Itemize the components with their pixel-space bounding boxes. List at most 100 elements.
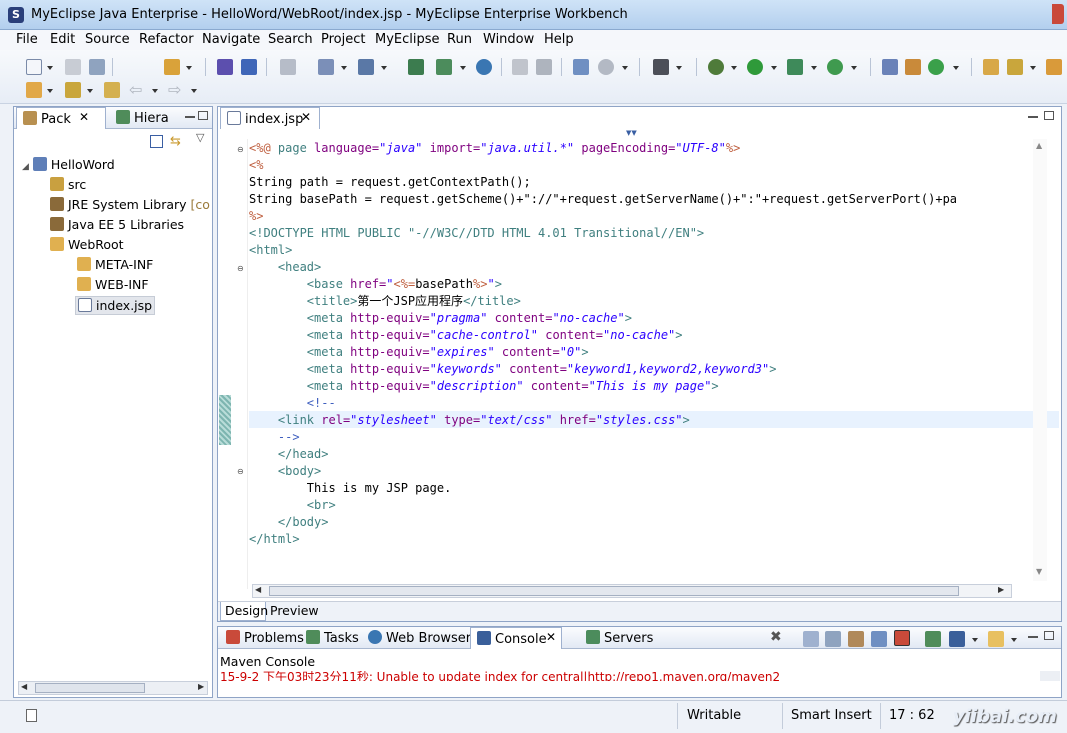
tab-servers[interactable]: Servers	[580, 627, 659, 649]
menu-edit[interactable]: Edit	[50, 32, 75, 47]
run-history-icon[interactable]	[787, 59, 803, 75]
open-console-icon[interactable]	[925, 631, 941, 647]
next-annotation-icon[interactable]	[26, 82, 42, 98]
fold-icon[interactable]: ⊖	[237, 145, 244, 154]
tree-item-src[interactable]: src	[50, 177, 86, 192]
show-on-output-icon[interactable]	[871, 631, 887, 647]
horizontal-scrollbar[interactable]: ◀ ▶	[18, 681, 208, 695]
tab-problems[interactable]: Problems	[220, 627, 310, 649]
close-window-button[interactable]	[1052, 4, 1064, 24]
menu-source[interactable]: Source	[85, 32, 130, 47]
code-line[interactable]: <body>	[249, 463, 321, 480]
close-icon[interactable]: ✕	[301, 110, 311, 124]
display-console-icon[interactable]	[949, 631, 965, 647]
menu-refactor[interactable]: Refactor	[139, 32, 194, 47]
back-icon[interactable]: ⇦	[129, 80, 142, 99]
tree-item-index-jsp[interactable]: index.jsp	[75, 296, 156, 315]
console-scrollbar[interactable]	[1040, 671, 1060, 681]
camera-icon[interactable]	[653, 59, 669, 75]
code-line[interactable]: <meta http-equiv="expires" content="0">	[249, 344, 589, 361]
code-line[interactable]: String basePath = request.getScheme()+":…	[249, 191, 957, 208]
code-line[interactable]: <meta http-equiv="keywords" content="key…	[249, 361, 777, 378]
globe-icon[interactable]	[598, 59, 614, 75]
split-handle-icon[interactable]: ▼▼	[626, 129, 637, 137]
close-icon[interactable]: ✕	[79, 110, 89, 124]
code-line[interactable]: String path = request.getContextPath();	[249, 174, 531, 191]
tree-item-jre-library[interactable]: JRE System Library [co	[50, 197, 210, 212]
code-line[interactable]: <!DOCTYPE HTML PUBLIC "-//W3C//DTD HTML …	[249, 225, 704, 242]
debug-icon[interactable]	[708, 59, 724, 75]
sql-icon[interactable]	[1046, 59, 1062, 75]
code-line[interactable]: <br>	[249, 497, 336, 514]
tab-tasks[interactable]: Tasks	[300, 627, 365, 649]
tab-web-browser[interactable]: Web Browser	[362, 627, 477, 649]
collapse-arrow-icon[interactable]: ◢	[22, 162, 29, 172]
code-line[interactable]: <link rel="stylesheet" type="text/css" h…	[249, 412, 690, 429]
editor-horizontal-scrollbar[interactable]: ◀ ▶	[252, 584, 1012, 598]
word-wrap-icon[interactable]	[848, 631, 864, 647]
code-line[interactable]: <%@ page language="java" import="java.ut…	[249, 140, 740, 157]
debug-config-icon[interactable]	[164, 59, 180, 75]
tree-item-meta-inf[interactable]: META-INF	[77, 257, 153, 272]
code-line[interactable]: <%	[249, 157, 263, 174]
fold-icon[interactable]: ⊖	[237, 467, 244, 476]
menu-navigate[interactable]: Navigate	[202, 32, 260, 47]
tree-item-web-inf[interactable]: WEB-INF	[77, 277, 149, 292]
scroll-down-icon[interactable]: ▼	[1036, 567, 1042, 576]
collapse-all-icon[interactable]	[150, 135, 163, 148]
code-line[interactable]: </head>	[249, 446, 329, 463]
vertical-scrollbar[interactable]: ▲ ▼	[1033, 139, 1047, 581]
menu-run[interactable]: Run	[447, 32, 472, 47]
menu-help[interactable]: Help	[544, 32, 574, 47]
tab-console[interactable]: Console ✕	[470, 627, 562, 649]
prev-annotation-icon[interactable]	[65, 82, 81, 98]
close-icon[interactable]: ✕	[546, 630, 556, 644]
undo-edit-icon[interactable]	[512, 59, 528, 75]
code-line[interactable]: <!--	[249, 395, 336, 412]
scroll-right-icon[interactable]: ▶	[198, 682, 204, 691]
scroll-up-icon[interactable]: ▲	[1036, 141, 1042, 150]
maximize-view-icon[interactable]	[1044, 631, 1054, 640]
code-line[interactable]: <title>第一个JSP应用程序</title>	[249, 293, 521, 310]
link-with-editor-icon[interactable]: ⇆	[170, 134, 181, 149]
new-class-icon[interactable]	[905, 59, 921, 75]
code-line[interactable]: -->	[249, 429, 300, 446]
tree-item-javaee-library[interactable]: Java EE 5 Libraries	[50, 217, 184, 232]
tab-package-explorer[interactable]: Pack ✕	[16, 107, 106, 129]
tab-hierarchy[interactable]: Hiera	[110, 107, 180, 129]
search-wizard-icon[interactable]	[358, 59, 374, 75]
new-icon[interactable]	[26, 59, 42, 75]
tab-design[interactable]: Design	[220, 602, 268, 621]
forward-icon[interactable]: ⇨	[168, 80, 181, 99]
menu-myeclipse[interactable]: MyEclipse	[375, 32, 440, 47]
menu-project[interactable]: Project	[321, 32, 365, 47]
tab-index-jsp[interactable]: index.jsp ✕	[220, 107, 320, 129]
fold-icon[interactable]: ⊖	[237, 264, 244, 273]
code-line[interactable]: %>	[249, 208, 263, 225]
code-line[interactable]: </html>	[249, 531, 300, 548]
last-edit-icon[interactable]	[104, 82, 120, 98]
code-line[interactable]: <meta http-equiv="description" content="…	[249, 378, 719, 395]
new-wizard-icon[interactable]	[318, 59, 334, 75]
scroll-left-icon[interactable]: ◀	[255, 585, 261, 594]
code-line[interactable]: <head>	[249, 259, 321, 276]
open-folder-icon[interactable]	[983, 59, 999, 75]
maximize-editor-icon[interactable]	[1044, 111, 1054, 120]
pin-console-icon[interactable]	[803, 631, 819, 647]
console-output[interactable]: 15-9-2 下午03时23分11秒: Unable to update ind…	[220, 671, 1040, 681]
tab-preview[interactable]: Preview	[270, 603, 319, 618]
clear-console-icon[interactable]: ✖	[770, 629, 782, 645]
fast-view-icon[interactable]	[26, 709, 37, 722]
menu-file[interactable]: File	[16, 32, 38, 47]
minimize-view-icon[interactable]	[185, 116, 195, 118]
code-line[interactable]: <base href="<%=basePath%>">	[249, 276, 502, 293]
web-browser-icon[interactable]	[476, 59, 492, 75]
menu-window[interactable]: Window	[483, 32, 534, 47]
view-menu-icon[interactable]: ▽	[196, 131, 204, 144]
scroll-right-icon[interactable]: ▶	[998, 585, 1004, 594]
external-tools-icon[interactable]	[827, 59, 843, 75]
code-line[interactable]: <meta http-equiv="cache-control" content…	[249, 327, 683, 344]
menu-search[interactable]: Search	[268, 32, 313, 47]
new-console-icon[interactable]	[988, 631, 1004, 647]
annotation-icon[interactable]	[1007, 59, 1023, 75]
